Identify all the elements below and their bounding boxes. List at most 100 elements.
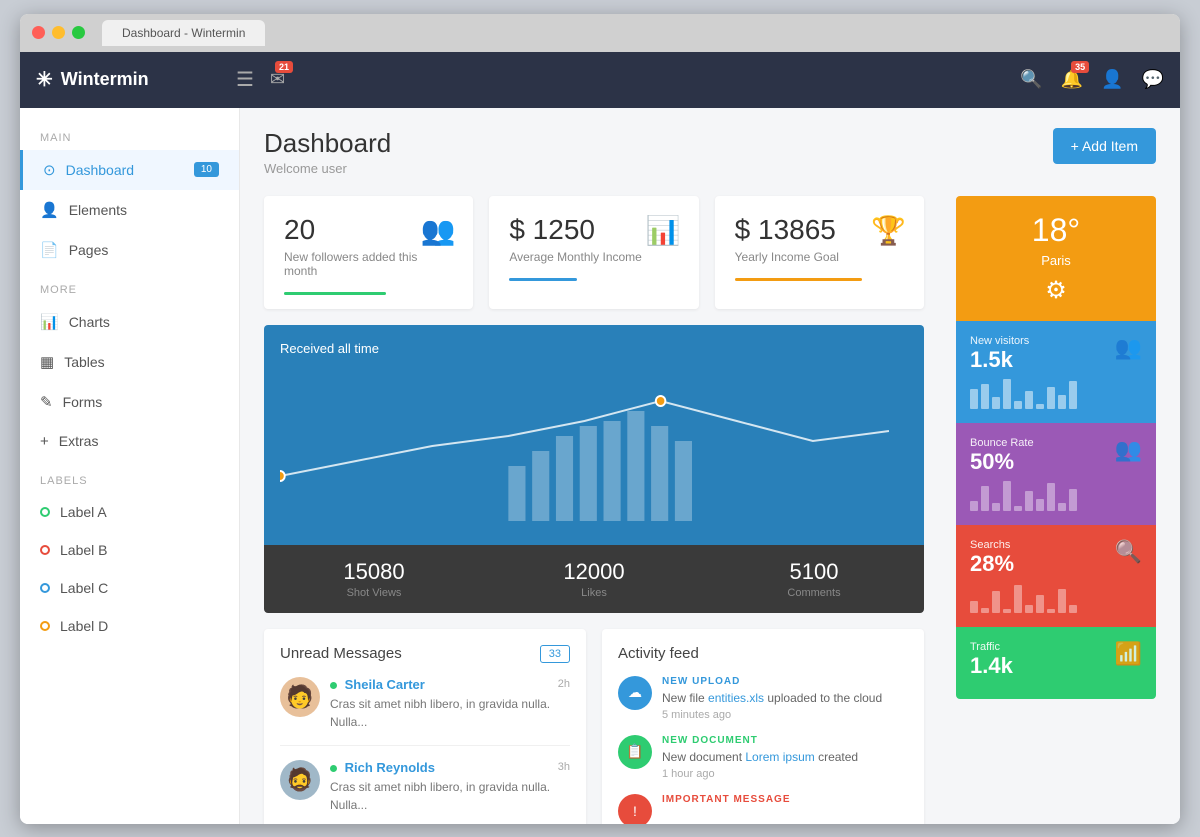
sidebar-item-label-b[interactable]: Label B xyxy=(20,531,239,569)
dashboard-icon: ⊙ xyxy=(43,161,56,179)
sidebar-item-label: Pages xyxy=(69,242,109,258)
important-icon: ! xyxy=(618,794,652,824)
stat-label-yearly: Yearly Income Goal xyxy=(735,250,904,264)
minimize-btn[interactable] xyxy=(52,26,65,39)
activity-type-2: NEW DOCUMENT xyxy=(662,735,908,746)
yearly-icon: 🏆 xyxy=(871,214,906,247)
stats-bar-row: 15080 Shot Views 12000 Likes 5100 Commen… xyxy=(264,545,924,613)
bottom-section: Unread Messages 33 🧑 xyxy=(264,629,924,824)
stats-item-comments: 5100 Comments xyxy=(704,545,924,613)
message-item-1: 🧑 Sheila Carter 2h xyxy=(280,677,570,746)
notifications-icon[interactable]: 🔔 35 xyxy=(1061,69,1083,90)
notif-badge: 35 xyxy=(1071,61,1089,73)
add-item-button[interactable]: + Add Item xyxy=(1053,128,1156,164)
browser-tab[interactable]: Dashboard - Wintermin xyxy=(102,20,265,46)
user-icon[interactable]: 👤 xyxy=(1101,69,1123,90)
traffic-widget: Traffic 1.4k 📶 xyxy=(956,627,1156,699)
online-dot-1 xyxy=(330,682,337,689)
sidebar-item-label: Elements xyxy=(69,202,127,218)
activity-link-1[interactable]: entities.xls xyxy=(708,691,764,705)
stat-label-monthly: Average Monthly Income xyxy=(509,250,678,264)
sidebar-item-tables[interactable]: ▦ Tables xyxy=(20,342,239,382)
stats-item-views: 15080 Shot Views xyxy=(264,545,484,613)
maximize-btn[interactable] xyxy=(72,26,85,39)
visitors-value: 1.5k xyxy=(970,347,1029,373)
message-header-2: Rich Reynolds 3h xyxy=(330,760,570,775)
traffic-label: Traffic xyxy=(970,641,1013,653)
sidebar-item-charts[interactable]: 📊 Charts xyxy=(20,302,239,342)
line-chart-card: Received all time xyxy=(264,325,924,545)
sidebar-item-label: Tables xyxy=(64,354,104,370)
followers-icon: 👥 xyxy=(420,214,455,247)
extras-icon: + xyxy=(40,433,49,450)
visitors-bars xyxy=(970,379,1142,409)
mail-wrapper[interactable]: ✉ 21 xyxy=(270,69,285,90)
label-d-dot xyxy=(40,621,50,631)
label-a-dot xyxy=(40,507,50,517)
visitors-label: New visitors xyxy=(970,335,1029,347)
activity-type-3: IMPORTANT MESSAGE xyxy=(662,794,908,805)
main-content: Dashboard Welcome user + Add Item 👥 20 xyxy=(240,108,1180,824)
weather-icon: ⚙ xyxy=(972,276,1140,305)
weather-temp: 18° xyxy=(972,212,1140,249)
mail-badge: 21 xyxy=(275,61,293,73)
page-title-group: Dashboard Welcome user xyxy=(264,128,391,176)
page-subtitle: Welcome user xyxy=(264,161,391,176)
stats-value-comments: 5100 xyxy=(712,559,916,585)
menu-icon[interactable]: ☰ xyxy=(236,67,254,92)
sidebar-item-label: Charts xyxy=(69,314,110,330)
weather-city: Paris xyxy=(972,253,1140,268)
stats-value-likes: 12000 xyxy=(492,559,696,585)
message-text-2: Cras sit amet nibh libero, in gravida nu… xyxy=(330,778,570,814)
sidebar-item-label-c[interactable]: Label C xyxy=(20,569,239,607)
messages-header: Unread Messages 33 xyxy=(280,645,570,663)
stat-label-followers: New followers added this month xyxy=(284,250,453,278)
stat-bar-yearly xyxy=(735,278,862,281)
chat-icon[interactable]: 💬 xyxy=(1142,69,1164,90)
activity-item-doc: 📋 NEW DOCUMENT New document Lorem ipsum … xyxy=(618,735,908,780)
message-time-2: 3h xyxy=(558,761,570,773)
sidebar-label-c: Label C xyxy=(60,580,108,596)
stat-card-followers: 👥 20 New followers added this month xyxy=(264,196,473,309)
activity-time-1: 5 minutes ago xyxy=(662,709,908,721)
message-name-2: Rich Reynolds xyxy=(330,760,435,775)
activity-desc-1: New file entities.xls uploaded to the cl… xyxy=(662,689,908,707)
activity-item-upload: ☁ NEW UPLOAD New file entities.xls uploa… xyxy=(618,676,908,721)
activity-link-2[interactable]: Lorem ipsum xyxy=(745,750,814,764)
searches-value: 28% xyxy=(970,551,1014,577)
sidebar-item-elements[interactable]: 👤 Elements xyxy=(20,190,239,230)
activity-item-important: ! IMPORTANT MESSAGE xyxy=(618,794,908,824)
searches-widget: Searchs 28% 🔍 xyxy=(956,525,1156,627)
message-text-1: Cras sit amet nibh libero, in gravida nu… xyxy=(330,695,570,731)
search-icon[interactable]: 🔍 xyxy=(1020,69,1042,90)
page-title: Dashboard xyxy=(264,128,391,159)
browser-chrome: Dashboard - Wintermin xyxy=(20,14,1180,52)
message-header-1: Sheila Carter 2h xyxy=(330,677,570,692)
activity-title: Activity feed xyxy=(618,645,699,662)
visitors-widget: New visitors 1.5k 👥 xyxy=(956,321,1156,423)
charts-icon: 📊 xyxy=(40,313,59,331)
snowflake-icon: ✳ xyxy=(36,67,53,92)
activity-content-2: NEW DOCUMENT New document Lorem ipsum cr… xyxy=(662,735,908,780)
stat-cards: 👥 20 New followers added this month 📊 $ … xyxy=(264,196,924,309)
message-name-1: Sheila Carter xyxy=(330,677,425,692)
traffic-icon: 📶 xyxy=(1115,641,1142,667)
sidebar-item-pages[interactable]: 📄 Pages xyxy=(20,230,239,270)
sidebar-item-label-a[interactable]: Label A xyxy=(20,493,239,531)
activity-time-2: 1 hour ago xyxy=(662,768,908,780)
chart-title: Received all time xyxy=(280,341,908,356)
sidebar-item-dashboard[interactable]: ⊙ Dashboard 10 xyxy=(20,150,239,190)
avatar-rich: 🧔 xyxy=(280,760,320,800)
sidebar-section-labels: LABELS xyxy=(20,461,239,493)
sidebar-item-label: Forms xyxy=(63,394,103,410)
close-btn[interactable] xyxy=(32,26,45,39)
searches-bars xyxy=(970,583,1142,613)
pages-icon: 📄 xyxy=(40,241,59,259)
stats-label-comments: Comments xyxy=(712,587,916,599)
label-b-dot xyxy=(40,545,50,555)
stats-item-likes: 12000 Likes xyxy=(484,545,704,613)
sidebar-item-label-d[interactable]: Label D xyxy=(20,607,239,645)
sidebar-item-forms[interactable]: ✎ Forms xyxy=(20,382,239,422)
sidebar-item-extras[interactable]: + Extras xyxy=(20,422,239,461)
activity-card: Activity feed ☁ NEW UPLOAD New file enti… xyxy=(602,629,924,824)
